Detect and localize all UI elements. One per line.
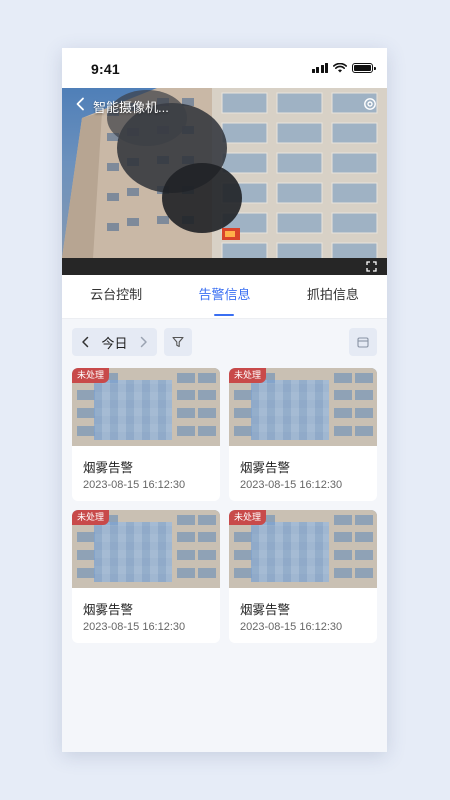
smoke-detection-region [251, 380, 329, 440]
alert-card[interactable]: 未处理 烟雾告警 2023-08-15 16:12:30 [229, 368, 377, 501]
alert-title: 烟雾告警 [83, 461, 134, 475]
alert-time: 2023-08-15 16:12:30 [83, 621, 186, 633]
smoke-detection-region [251, 522, 329, 582]
alert-title: 烟雾告警 [83, 603, 134, 617]
tab-ptz-control[interactable]: 云台控制 [62, 275, 170, 318]
tab-capture-info[interactable]: 抓拍信息 [279, 275, 387, 318]
chevron-right-icon[interactable] [139, 336, 148, 348]
status-bar: 9:41 [62, 48, 387, 88]
alert-card[interactable]: 未处理 烟雾告警 2023-08-15 16:12:30 [72, 368, 220, 501]
tab-alert-info[interactable]: 告警信息 [170, 275, 278, 318]
filter-icon [172, 336, 184, 348]
alert-title: 烟雾告警 [240, 603, 291, 617]
alert-card[interactable]: 未处理 烟雾告警 2023-08-15 16:12:30 [229, 510, 377, 643]
calendar-button[interactable] [349, 328, 377, 356]
alert-time: 2023-08-15 16:12:30 [83, 479, 186, 491]
smoke-detection-region [94, 380, 172, 440]
filter-button[interactable] [164, 328, 192, 356]
calendar-icon [357, 337, 369, 348]
video-control-bar [62, 258, 387, 275]
alert-title: 烟雾告警 [240, 461, 291, 475]
status-badge: 未处理 [72, 510, 110, 525]
alert-thumbnail: 未处理 [229, 510, 377, 588]
video-title: 智能摄像机... [93, 100, 169, 115]
status-badge: 未处理 [229, 510, 267, 525]
camera-video-feed[interactable]: 智能摄像机... [62, 88, 387, 275]
chevron-left-icon[interactable] [81, 336, 90, 348]
building-scene-image [62, 88, 387, 275]
status-badge: 未处理 [229, 368, 267, 383]
alert-thumbnail: 未处理 [72, 368, 220, 446]
phone-screen: 9:41 智能摄像机... 云台控制 告警信息 抓拍信息 今日 未处理 烟雾告警… [62, 48, 387, 752]
fullscreen-icon[interactable] [366, 261, 377, 272]
back-icon[interactable] [74, 97, 88, 111]
alert-thumbnail: 未处理 [72, 510, 220, 588]
status-time: 9:41 [91, 61, 120, 77]
alert-card[interactable]: 未处理 烟雾告警 2023-08-15 16:12:30 [72, 510, 220, 643]
status-icons [311, 63, 376, 73]
gear-icon[interactable] [363, 97, 377, 111]
alert-time: 2023-08-15 16:12:30 [240, 621, 343, 633]
date-selector: 今日 [72, 328, 157, 356]
date-label[interactable]: 今日 [101, 333, 127, 352]
smoke-detection-region [94, 522, 172, 582]
tab-bar: 云台控制 告警信息 抓拍信息 [62, 275, 387, 319]
filter-toolbar: 今日 [72, 328, 377, 356]
status-badge: 未处理 [72, 368, 110, 383]
signal-icon [311, 63, 328, 73]
alert-time: 2023-08-15 16:12:30 [240, 479, 343, 491]
battery-icon [352, 63, 376, 73]
wifi-icon [333, 63, 347, 73]
alert-thumbnail: 未处理 [229, 368, 377, 446]
